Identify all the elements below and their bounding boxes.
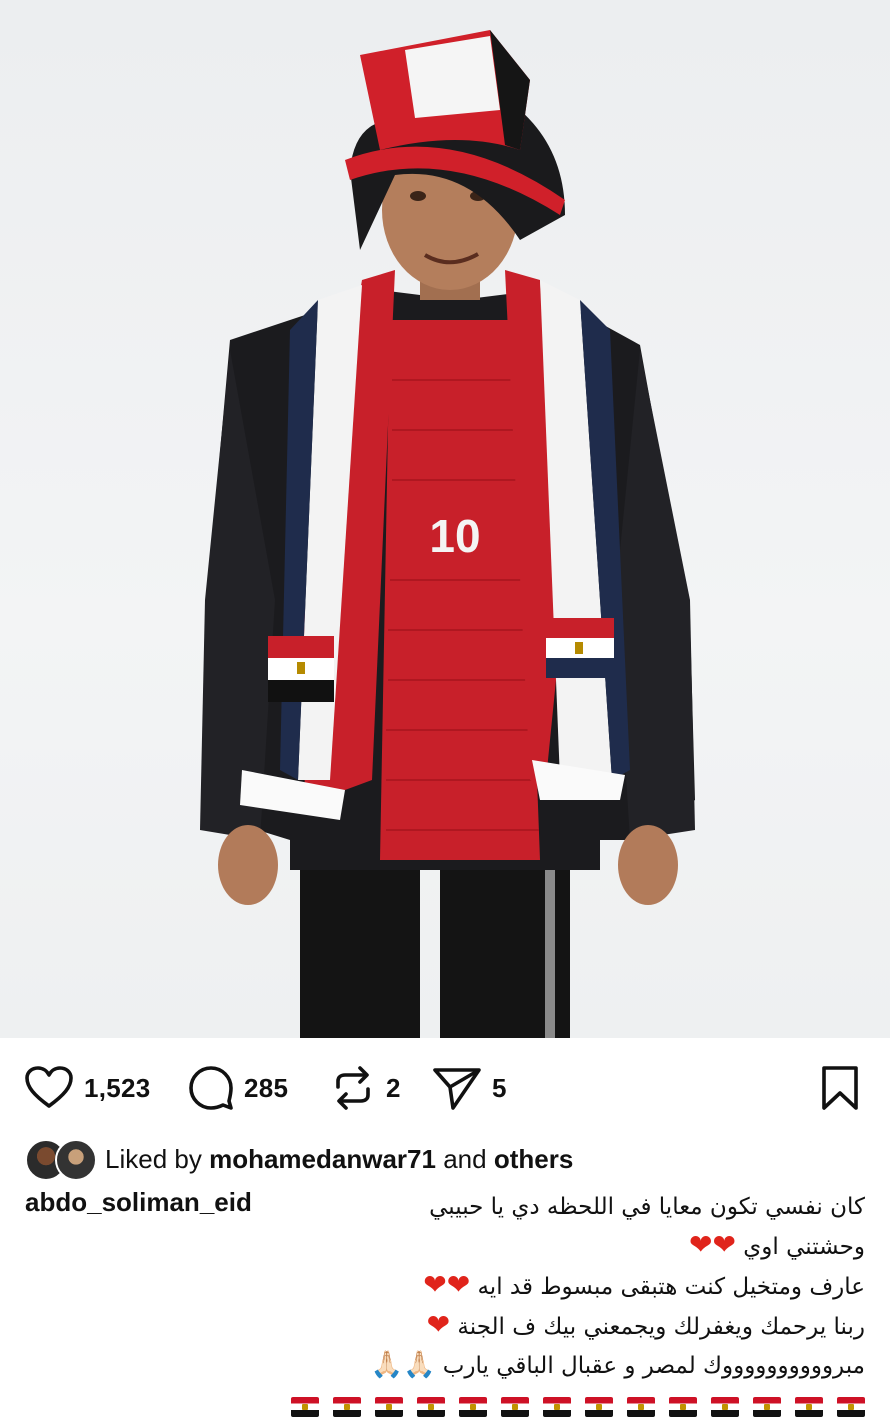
comments-count: 285 bbox=[244, 1072, 289, 1103]
liked-by-others-link[interactable]: others bbox=[494, 1144, 573, 1174]
comment-button[interactable]: 285 bbox=[188, 1056, 288, 1120]
post-caption: كان نفسي تكون معايا في اللحظه دي يا حبيب… bbox=[225, 1188, 865, 1425]
heart-icon bbox=[25, 1066, 73, 1108]
liked-by-text: Liked by mohamedanwar71 and others bbox=[105, 1144, 573, 1175]
send-paper-plane-icon bbox=[433, 1068, 481, 1110]
author-username[interactable]: abdo_soliman_eid bbox=[25, 1187, 252, 1218]
save-button[interactable] bbox=[820, 1056, 860, 1120]
repost-button[interactable]: 2 bbox=[330, 1056, 401, 1120]
praying-hands-emoji: 🙏🏻 bbox=[370, 1350, 404, 1380]
shares-count: 5 bbox=[492, 1072, 507, 1103]
photo-illustration: 10 bbox=[200, 30, 695, 1038]
red-heart-emoji: ❤ bbox=[712, 1228, 736, 1261]
egypt-flag-emoji-row bbox=[225, 1387, 865, 1425]
avatar[interactable] bbox=[55, 1139, 97, 1181]
liked-by-user-link[interactable]: mohamedanwar71 bbox=[209, 1144, 436, 1174]
comment-bubble-icon bbox=[189, 1066, 233, 1110]
liked-by-prefix: Liked by bbox=[105, 1143, 202, 1174]
share-button[interactable]: 5 bbox=[432, 1056, 507, 1120]
bookmark-icon bbox=[822, 1066, 858, 1110]
likes-count: 1,523 bbox=[84, 1072, 151, 1103]
reposts-count: 2 bbox=[386, 1072, 401, 1103]
red-heart-emoji: ❤ bbox=[423, 1268, 447, 1301]
repost-icon bbox=[336, 1066, 370, 1110]
like-button[interactable]: 1,523 bbox=[24, 1056, 151, 1120]
praying-hands-emoji: 🙏🏻 bbox=[403, 1350, 436, 1380]
caption-line: كان نفسي تكون معايا في اللحظه دي يا حبيب… bbox=[429, 1194, 865, 1220]
red-heart-emoji: ❤ bbox=[689, 1228, 713, 1261]
caption-line: وحشتني اوي ❤❤ bbox=[689, 1228, 865, 1261]
post-actions-bar: 1,523 285 2 5 bbox=[0, 1056, 890, 1120]
caption-line: ربنا يرحمك ويغفرلك ويجمعني بيك ف الجنة ❤ bbox=[426, 1308, 865, 1341]
post-photo[interactable]: 10 bbox=[0, 0, 890, 1038]
red-heart-emoji: ❤ bbox=[426, 1308, 451, 1341]
liked-by-and: and bbox=[443, 1143, 487, 1174]
caption-line: مبرووووووووووك لمصر و عقبال الباقي يارب … bbox=[370, 1350, 865, 1380]
red-heart-emoji: ❤ bbox=[446, 1268, 471, 1301]
jersey-number: 10 bbox=[429, 510, 480, 562]
liker-avatars[interactable] bbox=[25, 1139, 99, 1181]
caption-line: عارف ومتخيل كنت هتبقى مبسوط قد ايه ❤❤ bbox=[423, 1268, 865, 1301]
liked-by-row: Liked by mohamedanwar71 and others bbox=[25, 1137, 573, 1181]
